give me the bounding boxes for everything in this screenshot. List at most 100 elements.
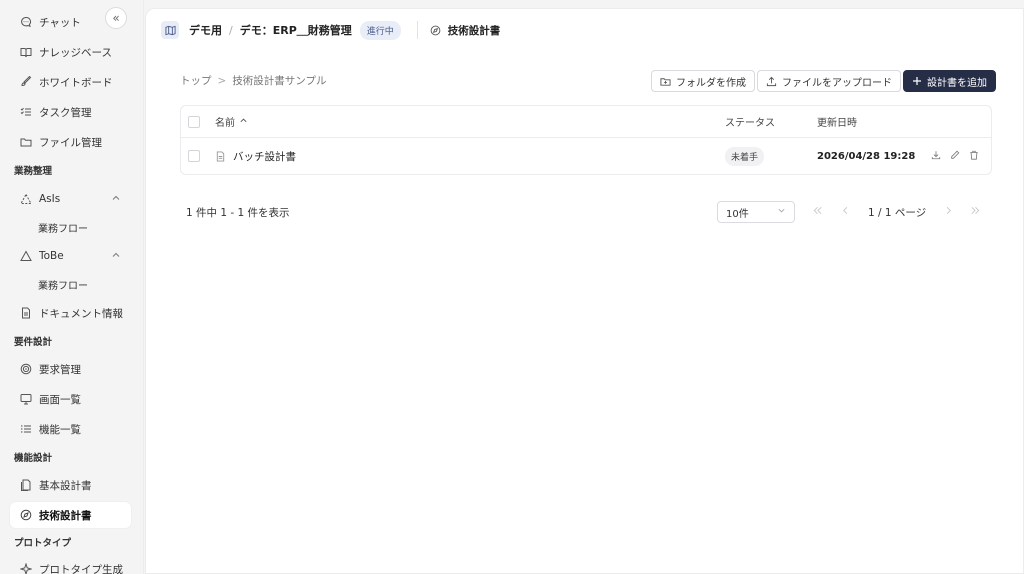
chevron-up-icon[interactable] xyxy=(111,250,121,263)
sort-ascending-icon[interactable] xyxy=(239,116,248,128)
breadcrumb-separator: / xyxy=(229,23,233,37)
sidebar-item-document-info[interactable]: ドキュメント情報 xyxy=(10,300,131,326)
target-icon xyxy=(20,363,32,375)
column-header-updated: 更新日時 xyxy=(817,118,857,129)
upload-icon xyxy=(766,76,777,87)
sidebar-item-prototype-gen[interactable]: プロトタイプ生成 xyxy=(10,556,131,574)
list-icon xyxy=(20,423,32,435)
row-status-cell: 未着手 xyxy=(725,138,765,175)
edit-icon[interactable] xyxy=(950,150,960,163)
book-icon xyxy=(20,46,32,58)
chevron-down-icon xyxy=(777,206,786,218)
page-size-select[interactable]: 10件 xyxy=(717,201,795,223)
section-function: 機能設計 xyxy=(14,453,53,464)
table-header: 名前 ステータス 更新日時 xyxy=(181,106,991,138)
chevron-left-icon xyxy=(840,205,851,219)
trash-icon[interactable] xyxy=(969,150,979,163)
row-checkbox[interactable] xyxy=(188,150,200,162)
next-page-button[interactable] xyxy=(937,201,959,223)
chevron-right-icon xyxy=(943,205,954,219)
status-badge: 進行中 xyxy=(359,20,401,40)
brush-icon xyxy=(20,76,32,88)
upload-file-label: ファイルをアップロード xyxy=(782,77,892,89)
download-icon[interactable] xyxy=(931,150,941,163)
sidebar-item-label: ファイル管理 xyxy=(39,136,102,149)
folder-icon xyxy=(20,136,32,148)
file-text-icon xyxy=(20,307,32,319)
sidebar-item-knowledge[interactable]: ナレッジベース xyxy=(10,39,131,65)
plus-icon xyxy=(912,76,922,86)
breadcrumb-current: 技術設計書サンプル xyxy=(232,75,327,87)
sidebar-item-tobe[interactable]: ToBe xyxy=(10,243,131,269)
project-name[interactable]: デモ用 xyxy=(189,22,222,38)
sidebar-item-tech-design[interactable]: 技術設計書 xyxy=(10,502,131,528)
sidebar-subitem-tobe-flow[interactable]: 業務フロー xyxy=(38,274,88,294)
chat-icon xyxy=(20,16,32,28)
prev-page-button[interactable] xyxy=(834,201,856,223)
sidebar-item-requirements[interactable]: 要求管理 xyxy=(10,356,131,382)
select-all-checkbox[interactable] xyxy=(188,116,200,128)
sidebar-item-asis[interactable]: AsIs xyxy=(10,186,131,212)
add-design-doc-button[interactable]: 設計書を追加 xyxy=(903,70,996,92)
triangle-icon xyxy=(20,250,32,262)
main-panel: デモ用 / デモ：ERP＿財務管理 進行中 技術設計書 トップ > 技術設計書サ… xyxy=(145,8,1024,574)
sidebar-item-label: プロトタイプ生成 xyxy=(39,563,123,574)
sidebar-item-label: 画面一覧 xyxy=(39,393,81,406)
sidebar: « チャット ナレッジベース ホワイトボード タスク管理 ファイル管理 業務整理… xyxy=(0,0,144,574)
sidebar-item-label: ホワイトボード xyxy=(39,76,113,89)
sidebar-item-functions[interactable]: 機能一覧 xyxy=(10,416,131,442)
triangle-dashed-icon xyxy=(20,193,32,205)
row-name-cell[interactable]: バッチ設計書 xyxy=(215,138,296,175)
upload-file-button[interactable]: ファイルをアップロード xyxy=(757,70,901,92)
sidebar-item-whiteboard[interactable]: ホワイトボード xyxy=(10,69,131,95)
sidebar-item-label: ToBe xyxy=(39,250,64,262)
current-section-label: 技術設計書 xyxy=(447,24,501,37)
sidebar-item-label: 基本設計書 xyxy=(39,479,92,492)
pagination-summary: 1 件中 1 - 1 件を表示 xyxy=(186,207,290,219)
column-header-name[interactable]: 名前 xyxy=(215,106,248,137)
sidebar-item-files[interactable]: ファイル管理 xyxy=(10,129,131,155)
sidebar-item-label: 要求管理 xyxy=(39,363,81,376)
page-indicator: 1 / 1 ページ xyxy=(868,207,927,219)
sidebar-item-label: 技術設計書 xyxy=(39,509,92,522)
create-folder-label: フォルダを作成 xyxy=(676,77,746,89)
folder-plus-icon xyxy=(660,76,671,87)
file-icon xyxy=(215,151,226,162)
top-bar: デモ用 / デモ：ERP＿財務管理 進行中 技術設計書 xyxy=(146,9,1023,51)
row-actions xyxy=(931,138,979,175)
subproject-name[interactable]: デモ：ERP＿財務管理 xyxy=(240,22,352,38)
sparkle-icon xyxy=(20,563,32,574)
section-requirements: 要件設計 xyxy=(14,337,53,348)
section-business: 業務整理 xyxy=(14,166,53,177)
checklist-icon xyxy=(20,106,32,118)
compass-icon xyxy=(20,509,32,521)
sidebar-item-basic-design[interactable]: 基本設計書 xyxy=(10,472,131,498)
breadcrumb: トップ > 技術設計書サンプル xyxy=(180,73,327,88)
compass-icon xyxy=(430,25,441,36)
monitor-icon xyxy=(20,393,32,405)
page-size-value: 10件 xyxy=(726,208,749,220)
map-icon[interactable] xyxy=(161,21,179,39)
sidebar-item-chat[interactable]: チャット xyxy=(10,9,131,35)
breadcrumb-root[interactable]: トップ xyxy=(180,73,212,88)
create-folder-button[interactable]: フォルダを作成 xyxy=(651,70,755,92)
first-page-button[interactable] xyxy=(806,201,828,223)
column-header-status: ステータス xyxy=(725,118,775,129)
sidebar-item-label: ドキュメント情報 xyxy=(39,307,123,320)
sidebar-item-tasks[interactable]: タスク管理 xyxy=(10,99,131,125)
row-updated: 2026/04/28 19:28 xyxy=(817,151,916,162)
breadcrumb-separator: > xyxy=(217,74,227,87)
section-prototype: プロトタイプ xyxy=(14,538,72,549)
row-name: バッチ設計書 xyxy=(233,151,296,163)
chevron-up-icon[interactable] xyxy=(111,193,121,206)
sidebar-subitem-asis-flow[interactable]: 業務フロー xyxy=(38,217,88,237)
sidebar-item-screens[interactable]: 画面一覧 xyxy=(10,386,131,412)
table-row[interactable]: バッチ設計書 未着手 2026/04/28 19:28 xyxy=(181,138,991,175)
sidebar-item-label: 機能一覧 xyxy=(39,423,81,436)
sidebar-item-label: ナレッジベース xyxy=(39,46,112,59)
sidebar-item-label: チャット xyxy=(39,16,81,29)
last-page-button[interactable] xyxy=(964,201,986,223)
current-section-title: 技術設計書 xyxy=(430,23,501,38)
double-chevron-left-icon xyxy=(812,205,823,219)
column-header-name-label: 名前 xyxy=(215,118,235,129)
